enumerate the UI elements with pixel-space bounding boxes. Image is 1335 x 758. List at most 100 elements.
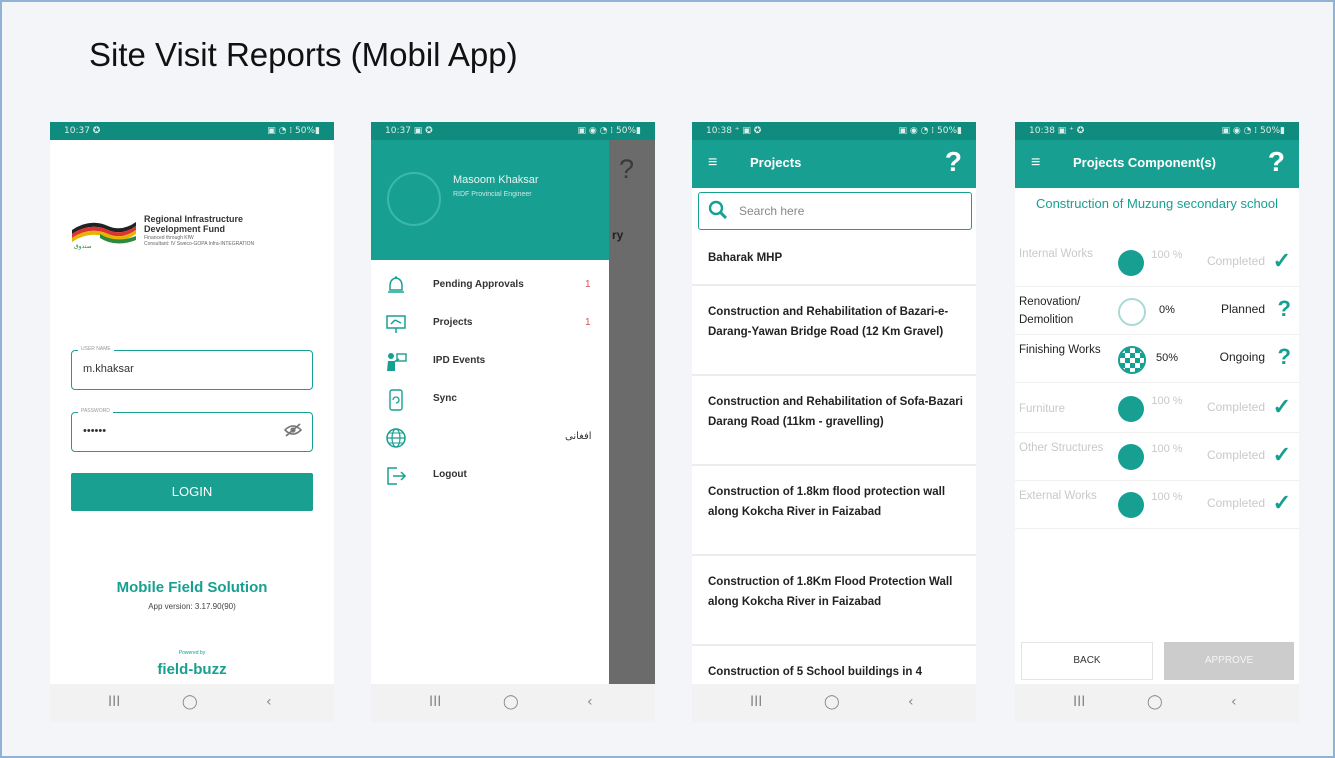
- globe-icon: [386, 428, 406, 448]
- menu-icon[interactable]: ≡: [708, 154, 717, 172]
- drawer-header: Masoom Khaksar RIDF Provincial Engineer: [371, 140, 609, 260]
- menu-item-pending-approvals[interactable]: Pending Approvals 1: [385, 272, 605, 300]
- menu-label: IPD Events: [433, 355, 486, 366]
- app-bar: ≡ Projects ?: [692, 140, 976, 188]
- project-name: Construction of 5 School buildings in 4: [708, 666, 923, 678]
- status-icons: ▣ ◉ ◔ ⁞ 50%▮: [898, 126, 962, 136]
- help-icon[interactable]: ?: [1268, 146, 1285, 178]
- login-button[interactable]: LOGIN: [71, 473, 313, 511]
- project-list-item[interactable]: Construction and Rehabilitation of Bazar…: [692, 286, 976, 376]
- progress-value: 0%: [1159, 304, 1175, 316]
- check-icon: ✓: [1272, 490, 1291, 515]
- android-nav-bar: III ◯ ‹: [371, 684, 655, 722]
- recent-apps-button[interactable]: III: [1073, 694, 1085, 710]
- back-button[interactable]: ‹: [587, 694, 593, 710]
- status-text: Completed: [1206, 496, 1265, 510]
- recent-apps-button[interactable]: III: [429, 694, 441, 710]
- status-icons: ▣ ◉ ◔ ⁞ 50%▮: [577, 126, 641, 136]
- check-icon: ✓: [1272, 442, 1291, 467]
- home-button[interactable]: ◯: [1147, 694, 1163, 710]
- component-name: Other Structures: [1019, 442, 1104, 454]
- app-version: App version: 3.17.90(90): [148, 602, 236, 611]
- vendor-logo: field-buzz: [157, 661, 227, 678]
- component-row[interactable]: External Works 100 % Completed ✓: [1015, 482, 1299, 529]
- password-label: PASSWORD: [78, 408, 113, 414]
- phone-components-screen: 10:38 ▣ ⁺ ✪ ▣ ◉ ◔ ⁞ 50%▮ ≡ Projects Comp…: [1015, 122, 1299, 722]
- menu-item-ipd-events[interactable]: IPD Events: [385, 348, 605, 376]
- progress-circle: [1118, 396, 1144, 422]
- component-row[interactable]: Internal Works 100 % Completed ✓: [1015, 240, 1299, 287]
- status-bar: 10:37 ✪ ▣ ◔ ⁞ 50%▮: [50, 122, 334, 140]
- home-button[interactable]: ◯: [824, 694, 840, 710]
- page-title: Projects: [750, 155, 802, 170]
- component-name: Internal Works: [1019, 248, 1093, 260]
- menu-item-projects[interactable]: Projects 1: [385, 310, 605, 338]
- search-input[interactable]: Search here: [698, 192, 972, 230]
- slide: Site Visit Reports (Mobil App) 10:37 ✪ ▣…: [0, 0, 1335, 758]
- drawer-scrim[interactable]: ?: [609, 140, 655, 684]
- user-name: Masoom Khaksar: [453, 174, 539, 186]
- username-field[interactable]: USER NAME m.khaksar: [71, 346, 313, 390]
- question-icon: ?: [1277, 296, 1291, 321]
- status-text: Completed: [1206, 448, 1265, 462]
- badge-count: 1: [585, 317, 591, 328]
- recent-apps-button[interactable]: III: [750, 694, 762, 710]
- menu-label: Pending Approvals: [433, 279, 524, 290]
- approve-button[interactable]: APPROVE: [1164, 642, 1294, 680]
- component-name: Renovation/ Demolition: [1019, 296, 1081, 326]
- menu-label: افغانی: [565, 431, 592, 442]
- menu-item-language[interactable]: افغانی: [385, 424, 605, 452]
- back-button[interactable]: ‹: [1231, 694, 1237, 710]
- password-field[interactable]: PASSWORD ••••••: [71, 408, 313, 452]
- project-name: Construction of 1.8Km Flood Protection W…: [708, 576, 953, 608]
- component-row[interactable]: Furniture 100 % Completed ✓: [1015, 386, 1299, 433]
- question-icon: ?: [1277, 344, 1291, 369]
- status-text: Completed: [1206, 400, 1265, 414]
- android-nav-bar: III ◯ ‹: [50, 684, 334, 722]
- component-row[interactable]: Renovation/ Demolition 0% Planned ?: [1015, 288, 1299, 335]
- menu-item-logout[interactable]: Logout: [385, 462, 605, 490]
- component-row[interactable]: Finishing Works 50% Ongoing ?: [1015, 336, 1299, 383]
- project-list-item[interactable]: Construction of 5 School buildings in 4: [692, 646, 976, 684]
- avatar[interactable]: [387, 172, 441, 226]
- menu-icon[interactable]: ≡: [1031, 154, 1040, 172]
- status-text: Completed: [1206, 254, 1265, 268]
- help-icon[interactable]: ?: [945, 146, 962, 178]
- project-list-item[interactable]: Construction and Rehabilitation of Sofa-…: [692, 376, 976, 466]
- project-title: Construction of Muzung secondary school: [1035, 196, 1279, 211]
- recent-apps-button[interactable]: III: [108, 694, 120, 710]
- home-button[interactable]: ◯: [503, 694, 519, 710]
- project-list-item[interactable]: Construction of 1.8km flood protection w…: [692, 466, 976, 556]
- back-button[interactable]: BACK: [1021, 642, 1153, 680]
- status-icons: ▣ ◔ ⁞ 50%▮: [267, 126, 320, 136]
- user-role: RIDF Provincial Engineer: [453, 191, 532, 198]
- slide-title: Site Visit Reports (Mobil App): [89, 36, 518, 73]
- username-value: m.khaksar: [83, 363, 134, 375]
- back-button[interactable]: ‹: [908, 694, 914, 710]
- ridf-logo: صندوق Regional Infrastructure Developmen…: [70, 210, 320, 260]
- status-bar: 10:37 ▣ ✪ ▣ ◉ ◔ ⁞ 50%▮: [371, 122, 655, 140]
- progress-circle: [1118, 298, 1146, 326]
- component-name: External Works: [1019, 490, 1097, 502]
- status-text: Planned: [1220, 302, 1265, 316]
- back-button[interactable]: ‹: [266, 694, 272, 710]
- menu-item-sync[interactable]: Sync: [385, 386, 605, 414]
- status-time: 10:38 ⁺ ▣ ✪: [706, 126, 762, 136]
- menu-label: Logout: [433, 469, 467, 480]
- app-bar: ≡ Projects Component(s) ?: [1015, 140, 1299, 188]
- project-list-item[interactable]: Construction of 1.8Km Flood Protection W…: [692, 556, 976, 646]
- home-button[interactable]: ◯: [182, 694, 198, 710]
- org-consultant: Consultant: IV Sweco-GOPA Infra-INTEGRAT…: [144, 241, 255, 247]
- eye-off-icon[interactable]: [284, 422, 302, 438]
- progress-value: 100 %: [1151, 491, 1183, 503]
- help-icon[interactable]: ?: [619, 154, 634, 185]
- project-name: Construction of 1.8km flood protection w…: [708, 486, 946, 518]
- project-list-item[interactable]: Baharak MHP: [692, 234, 976, 286]
- teacher-icon: [387, 353, 407, 371]
- project-name: Construction and Rehabilitation of Bazar…: [708, 306, 949, 338]
- component-row[interactable]: Other Structures 100 % Completed ✓: [1015, 434, 1299, 481]
- menu-label: Projects: [433, 317, 473, 328]
- flag-swoosh-icon: صندوق: [72, 222, 136, 250]
- status-time: 10:37 ▣ ✪: [385, 126, 433, 136]
- component-name: Finishing Works: [1019, 344, 1101, 356]
